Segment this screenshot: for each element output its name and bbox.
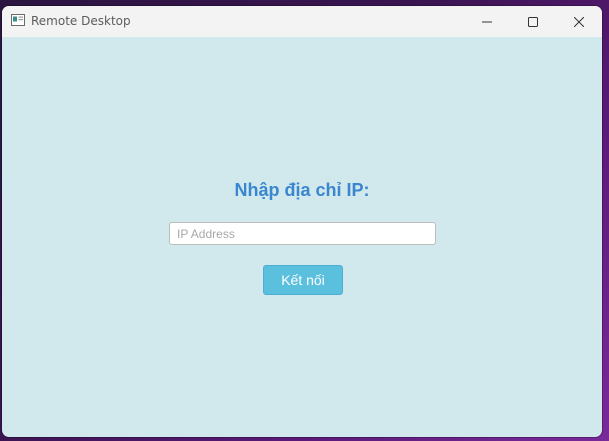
window-title: Remote Desktop (31, 14, 131, 28)
minimize-icon (482, 21, 492, 22)
maximize-icon (528, 16, 538, 27)
ip-prompt-heading: Nhập địa chỉ IP: (234, 180, 370, 200)
maximize-button[interactable] (510, 6, 556, 37)
close-icon (574, 16, 584, 27)
close-button[interactable] (556, 6, 602, 37)
title-bar[interactable]: Remote Desktop (2, 6, 602, 37)
ip-address-input[interactable] (169, 222, 436, 245)
connect-form: Nhập địa chỉ IP: Kết nối (2, 37, 602, 437)
app-window: Remote Desktop Nhập địa chỉ IP: Kết nối (2, 6, 602, 437)
window-app-icon (11, 14, 25, 26)
connect-button[interactable]: Kết nối (263, 265, 343, 295)
minimize-button[interactable] (464, 6, 510, 37)
